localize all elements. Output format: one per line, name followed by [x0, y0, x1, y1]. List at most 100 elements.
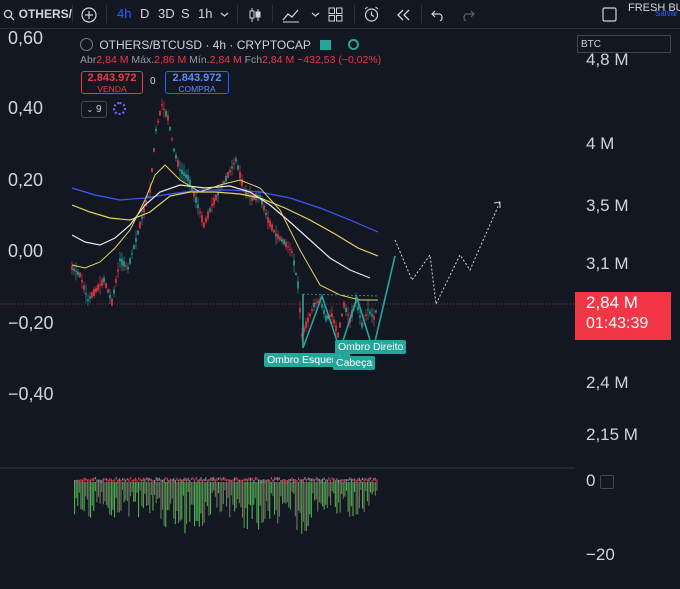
indicators-toggle[interactable]: ⌄ 9: [81, 101, 107, 118]
oscillator-bar: [269, 482, 271, 519]
oscillator-bar-top: [198, 478, 200, 483]
oscillator-bar: [187, 482, 189, 493]
indicators-menu[interactable]: [311, 0, 320, 28]
oscillator-bar-top: [179, 478, 181, 482]
oscillator-bar-top: [120, 479, 122, 484]
replay-button[interactable]: [395, 0, 411, 28]
oscillator-bar-top: [235, 477, 237, 480]
interval-3d[interactable]: 3D: [158, 0, 175, 28]
oscillator-bar: [222, 482, 224, 505]
oscillator-bar-top: [136, 479, 138, 484]
oscillator-bar: [150, 482, 152, 495]
oscillator-bar: [131, 482, 133, 492]
interval-1h[interactable]: 1h: [198, 0, 212, 28]
oscillator-bar: [93, 482, 95, 512]
oscillator-bar-top: [330, 479, 332, 483]
interval-d[interactable]: D: [140, 0, 149, 28]
oscillator-bar: [98, 482, 100, 497]
oscillator-bar: [246, 482, 248, 530]
oscillator-bar: [277, 482, 279, 524]
oscillator-bar: [86, 482, 88, 500]
candle-body: [75, 270, 77, 273]
oscillator-bar: [218, 482, 220, 494]
candle-body: [169, 127, 171, 131]
interval-s[interactable]: S: [181, 0, 190, 28]
symbol-logo-icon: [80, 38, 93, 51]
oscillator-bar-top: [90, 479, 92, 483]
candle-body: [81, 280, 83, 283]
oscillator-bar: [133, 482, 135, 503]
oscillator-bar: [371, 482, 373, 495]
symbol-search[interactable]: OTHERS/: [3, 0, 72, 28]
oscillator-bar-top: [274, 477, 276, 481]
layouts-button[interactable]: [328, 0, 343, 28]
left-axis-label: 0,00: [8, 241, 44, 261]
alert-button[interactable]: [363, 0, 380, 28]
oscillator-bar-top: [208, 479, 210, 482]
oscillator-bar: [136, 482, 138, 493]
compare-symbol-input[interactable]: BTC: [577, 35, 671, 53]
oscillator-bar-top: [182, 478, 184, 483]
undo-button[interactable]: [431, 0, 445, 28]
oscillator-bar: [227, 482, 229, 498]
indicators-button[interactable]: [282, 0, 300, 28]
legend-title[interactable]: OTHERS/BTCUSD · 4h · CRYPTOCAP: [99, 38, 310, 52]
low-label: Mín.: [189, 54, 210, 66]
oscillator-bar: [115, 482, 117, 498]
oscillator-bar-top: [320, 479, 322, 484]
indicator-count: 9: [95, 104, 102, 115]
alert-icon: [364, 6, 379, 22]
sell-button[interactable]: 2.843.972 VENDA: [81, 71, 143, 94]
oscillator-bar-top: [109, 478, 111, 482]
oscillator-bar-top: [91, 478, 93, 481]
oscillator-bar: [366, 482, 368, 502]
oscillator-bar-top: [134, 477, 136, 482]
candle-body: [95, 287, 97, 293]
oscillator-bar-top: [77, 479, 79, 483]
spread-value: 0: [150, 76, 156, 87]
candle-body: [235, 158, 237, 162]
buy-button[interactable]: 2.843.972 COMPRA: [165, 71, 229, 94]
compare-add-button[interactable]: [81, 0, 97, 28]
oscillator-bar-top: [221, 478, 223, 482]
oscillator-bar: [355, 482, 357, 515]
oscillator-bar: [341, 482, 343, 495]
candle-body: [295, 272, 297, 276]
candle-body: [127, 266, 129, 270]
oscillator-bar: [323, 482, 325, 510]
oscillator-bar: [94, 482, 96, 492]
oscillator-bar: [101, 482, 103, 492]
chart-type-button[interactable]: [247, 0, 263, 28]
eye-icon[interactable]: [348, 39, 360, 50]
candle-body: [307, 317, 309, 323]
oscillator-bar-top: [101, 479, 103, 483]
fullscreen-button[interactable]: [602, 0, 617, 28]
settings-icon[interactable]: [113, 102, 126, 115]
candle-body: [125, 265, 127, 267]
save-button[interactable]: Salvar: [655, 8, 678, 20]
flag-icon[interactable]: [320, 40, 332, 50]
oscillator-bar: [266, 482, 268, 501]
candles-icon: [249, 7, 261, 22]
oscillator-bar-top: [226, 479, 228, 482]
oscillator-bar: [182, 482, 184, 496]
interval-4h[interactable]: 4h: [117, 0, 131, 28]
oscillator-bar-top: [128, 478, 130, 483]
oscillator-bar: [230, 482, 232, 496]
candle-body: [317, 300, 319, 303]
candle-body: [155, 128, 157, 132]
settings-icon[interactable]: [600, 475, 614, 489]
oscillator-bar-top: [213, 477, 215, 481]
oscillator-bar: [325, 482, 327, 505]
oscillator-bar: [120, 482, 122, 511]
oscillator-bar: [258, 482, 260, 530]
oscillator-bar-top: [194, 479, 196, 483]
oscillator-bar: [157, 482, 159, 499]
candle-body: [71, 266, 73, 270]
interval-menu[interactable]: [220, 0, 229, 28]
candle-body: [335, 325, 337, 332]
oscillator-bar: [128, 482, 130, 517]
oscillator-bar-top: [178, 479, 180, 484]
redo-button[interactable]: [461, 0, 475, 28]
oscillator-bar: [262, 482, 264, 523]
